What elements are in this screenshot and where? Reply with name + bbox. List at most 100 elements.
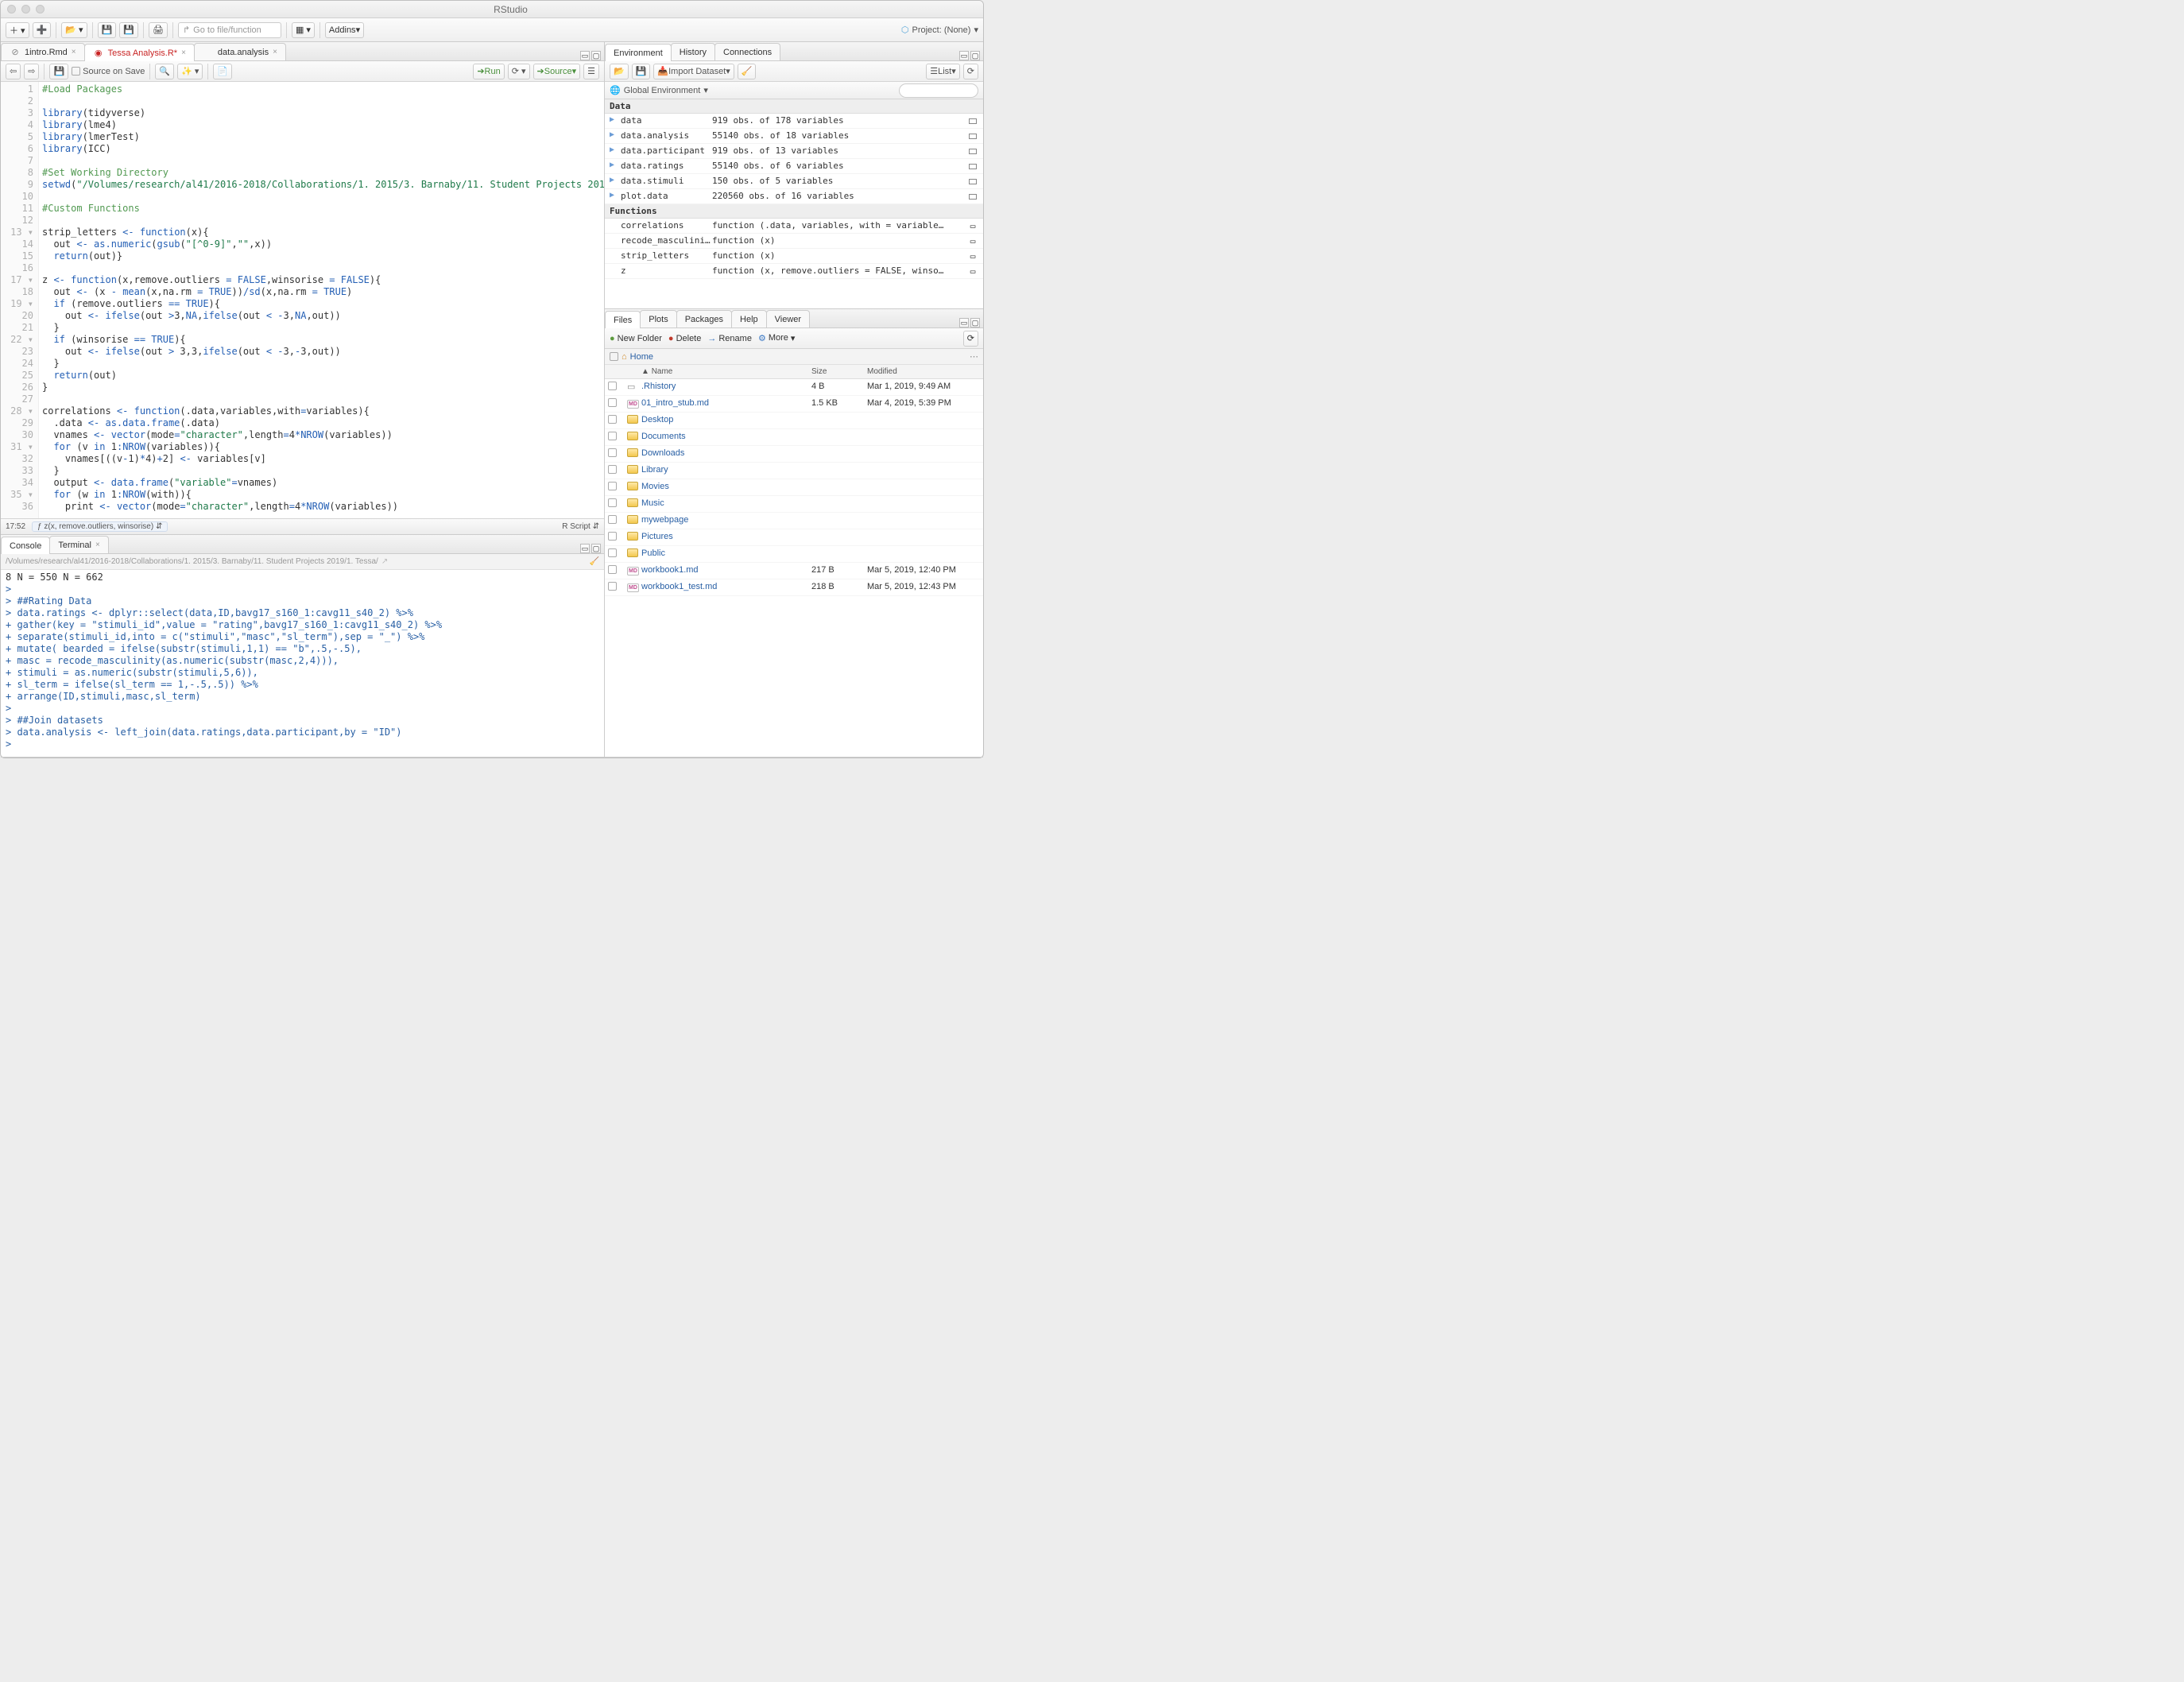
file-checkbox[interactable] [608, 582, 617, 591]
expand-icon[interactable] [610, 220, 621, 231]
grid-view-icon[interactable] [967, 145, 978, 157]
file-row[interactable]: Music [605, 496, 983, 513]
file-checkbox[interactable] [608, 415, 617, 424]
grid-view-icon[interactable] [967, 115, 978, 126]
close-tab-icon[interactable]: × [181, 48, 186, 57]
source-on-save-checkbox[interactable]: Source on Save [72, 67, 145, 76]
file-row[interactable]: Documents [605, 429, 983, 446]
clear-workspace-button[interactable]: 🧹 [738, 64, 757, 79]
print-button[interactable]: 🖨 [149, 22, 168, 38]
col-name-header[interactable]: ▲ Name [638, 365, 808, 378]
back-button[interactable]: ⇦ [6, 64, 21, 79]
close-tab-icon[interactable]: × [72, 48, 76, 56]
select-all-checkbox[interactable] [610, 352, 618, 361]
expand-icon[interactable]: ▶ [610, 161, 621, 172]
forward-button[interactable]: ⇨ [24, 64, 39, 79]
env-row[interactable]: recode_masculini…function (x)▭ [605, 234, 983, 249]
file-checkbox[interactable] [608, 565, 617, 574]
rerun-button[interactable]: ⟳ ▾ [508, 64, 530, 79]
files-maximize-icon[interactable]: ▢ [970, 318, 980, 327]
env-row[interactable]: correlationsfunction (.data, variables, … [605, 219, 983, 234]
grid-button[interactable]: ▦ ▾ [292, 22, 315, 38]
addins-button[interactable]: Addins ▾ [325, 22, 364, 38]
delete-button[interactable]: ●Delete [668, 334, 701, 343]
file-checkbox[interactable] [608, 515, 617, 524]
page-view-icon[interactable]: ▭ [967, 235, 978, 246]
console-tab[interactable]: Terminal× [49, 536, 108, 553]
file-checkbox[interactable] [608, 548, 617, 557]
file-row[interactable]: ▭.Rhistory4 BMar 1, 2019, 9:49 AM [605, 379, 983, 396]
expand-icon[interactable]: ▶ [610, 145, 621, 157]
expand-icon[interactable]: ▶ [610, 130, 621, 141]
load-workspace-button[interactable]: 📂 [610, 64, 629, 79]
files-tab[interactable]: Plots [640, 310, 676, 327]
find-button[interactable]: 🔍 [155, 64, 174, 79]
files-tab[interactable]: Packages [676, 310, 732, 327]
file-row[interactable]: Movies [605, 479, 983, 496]
file-name[interactable]: Movies [638, 479, 808, 495]
source-minimize-icon[interactable]: ▭ [580, 51, 590, 60]
files-tab[interactable]: Viewer [766, 310, 810, 327]
close-tab-icon[interactable]: × [273, 48, 277, 56]
grid-view-icon[interactable] [967, 191, 978, 202]
file-checkbox[interactable] [608, 532, 617, 541]
expand-icon[interactable] [610, 250, 621, 262]
path-arrow-icon[interactable]: ↗ [381, 557, 388, 566]
file-name[interactable]: .Rhistory [638, 379, 808, 395]
env-minimize-icon[interactable]: ▭ [959, 51, 969, 60]
file-name[interactable]: Downloads [638, 446, 808, 462]
outline-button[interactable]: ☰ [583, 64, 599, 79]
file-checkbox[interactable] [608, 465, 617, 474]
env-tab[interactable]: Environment [605, 44, 672, 61]
env-row[interactable]: ▶plot.data220560 obs. of 16 variables [605, 189, 983, 204]
env-row[interactable]: ▶data.analysis55140 obs. of 18 variables [605, 129, 983, 144]
new-project-button[interactable]: ➕ [33, 22, 52, 38]
more-button[interactable]: ⚙More ▾ [758, 333, 795, 343]
env-scope-selector[interactable]: 🌐 Global Environment ▾ [610, 85, 708, 95]
clear-console-icon[interactable]: 🧹 [590, 557, 599, 566]
close-dot[interactable] [7, 5, 16, 14]
home-crumb[interactable]: Home [630, 352, 653, 362]
file-name[interactable]: Pictures [638, 529, 808, 545]
col-size-header[interactable]: Size [808, 365, 864, 378]
col-mod-header[interactable]: Modified [864, 365, 983, 378]
console-minimize-icon[interactable]: ▭ [580, 544, 590, 553]
source-tab[interactable]: ⊘1intro.Rmd× [1, 43, 85, 60]
expand-icon[interactable] [610, 265, 621, 277]
run-button[interactable]: ➔ Run [473, 64, 504, 79]
new-file-button[interactable]: ＋ ▾ [6, 22, 29, 38]
file-row[interactable]: Library [605, 463, 983, 479]
page-view-icon[interactable]: ▭ [967, 265, 978, 277]
source-maximize-icon[interactable]: ▢ [591, 51, 601, 60]
file-name[interactable]: workbook1.md [638, 563, 808, 579]
file-name[interactable]: mywebpage [638, 513, 808, 529]
page-view-icon[interactable]: ▭ [967, 220, 978, 231]
expand-icon[interactable] [610, 235, 621, 246]
import-dataset-button[interactable]: 📥 Import Dataset ▾ [653, 64, 734, 79]
file-row[interactable]: Desktop [605, 413, 983, 429]
project-menu[interactable]: ⬡ Project: (None) ▾ [901, 25, 978, 35]
file-checkbox[interactable] [608, 382, 617, 390]
files-refresh-button[interactable]: ⟳ [963, 331, 978, 347]
env-list-mode-button[interactable]: ☰ List ▾ [926, 64, 960, 79]
goto-file-input[interactable]: ↱ Go to file/function [178, 22, 281, 38]
file-row[interactable]: MDworkbook1.md217 BMar 5, 2019, 12:40 PM [605, 563, 983, 579]
home-icon[interactable]: ⌂ [622, 352, 627, 362]
save-button[interactable]: 💾 [98, 22, 117, 38]
zoom-dot[interactable] [36, 5, 45, 14]
env-row[interactable]: strip_lettersfunction (x)▭ [605, 249, 983, 264]
rename-button[interactable]: →Rename [707, 334, 752, 343]
file-row[interactable]: MD01_intro_stub.md1.5 KBMar 4, 2019, 5:3… [605, 396, 983, 413]
file-row[interactable]: MDworkbook1_test.md218 BMar 5, 2019, 12:… [605, 579, 983, 596]
refresh-env-button[interactable]: ⟳ [963, 64, 978, 79]
new-folder-button[interactable]: ●New Folder [610, 334, 662, 343]
files-tab[interactable]: Files [605, 311, 641, 328]
expand-icon[interactable]: ▶ [610, 115, 621, 126]
grid-view-icon[interactable] [967, 161, 978, 172]
wand-button[interactable]: ✨ ▾ [177, 64, 203, 79]
grid-view-icon[interactable] [967, 130, 978, 141]
console-tab[interactable]: Console [1, 537, 50, 554]
source-button[interactable]: ➔ Source ▾ [533, 64, 581, 79]
env-row[interactable]: ▶data.participant919 obs. of 13 variable… [605, 144, 983, 159]
env-maximize-icon[interactable]: ▢ [970, 51, 980, 60]
